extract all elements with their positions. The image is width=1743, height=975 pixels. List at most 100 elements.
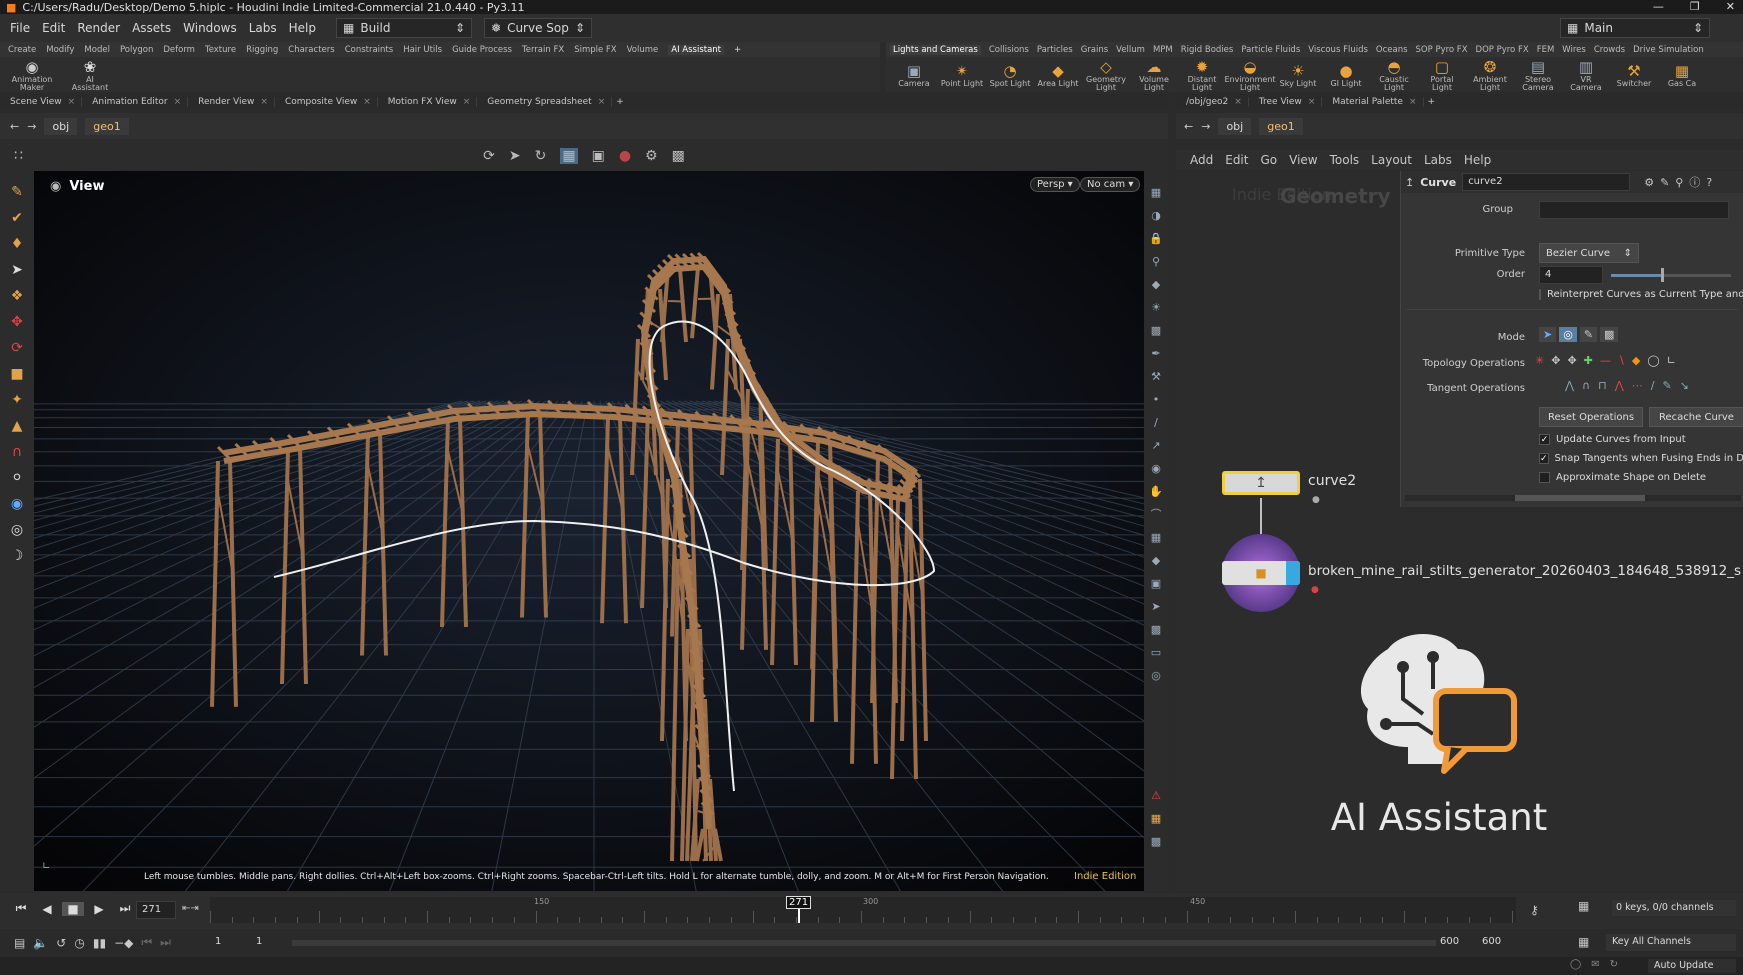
shelf-tab-hair-utils[interactable]: Hair Utils xyxy=(403,45,442,55)
network-menu-view[interactable]: View xyxy=(1289,153,1317,167)
scene-viewport[interactable]: ◉ View Persp ▾ No cam ▾ Left mouse tumble… xyxy=(34,171,1144,891)
topo-split-icon[interactable]: ✥ xyxy=(1551,354,1560,367)
pane-tab-tree-view[interactable]: Tree View × xyxy=(1253,97,1323,107)
main-desktop-select[interactable]: ▦ Main ⇕ xyxy=(1560,18,1710,38)
shelf-tab-rigging[interactable]: Rigging xyxy=(246,45,278,55)
warning-icon[interactable]: ⚠ xyxy=(1148,788,1164,804)
scale-icon[interactable]: ■ xyxy=(8,365,26,383)
light-icon[interactable]: ☽ xyxy=(8,547,26,565)
select-arrow-icon[interactable]: ➤ xyxy=(8,261,26,279)
shelf-tool-sky-light[interactable]: ☀ Sky Light xyxy=(1276,62,1320,88)
play-button[interactable]: ▶ xyxy=(88,902,110,916)
keyframe-icon[interactable]: ▮▮ xyxy=(93,936,106,950)
order-slider[interactable] xyxy=(1611,268,1731,282)
tangent-align-icon[interactable]: ⊓ xyxy=(1598,379,1607,392)
brush-icon[interactable]: ✒ xyxy=(1148,346,1164,362)
search-icon[interactable]: ⚲ xyxy=(1675,176,1683,189)
shelf-tool-volume-light[interactable]: ☁ Volume Light xyxy=(1132,58,1176,92)
tangent-link-icon[interactable]: ↘ xyxy=(1680,379,1689,392)
mode-edit-icon[interactable]: ◎ xyxy=(1559,327,1577,342)
paint-icon[interactable]: ♦ xyxy=(8,235,26,253)
brush-icon[interactable]: ✔ xyxy=(8,209,26,227)
camera-menu[interactable]: No cam ▾ xyxy=(1080,177,1141,192)
topo-remove-icon[interactable]: — xyxy=(1600,354,1611,367)
shelf-tool-caustic-light[interactable]: ◓ Caustic Light xyxy=(1372,58,1416,92)
loop-icon[interactable]: ↺ xyxy=(56,936,66,950)
menu-windows[interactable]: Windows xyxy=(183,21,237,35)
audio-icon[interactable]: 🔈 xyxy=(33,936,48,950)
shelf-tab-grains[interactable]: Grains xyxy=(1081,45,1108,55)
clock-icon[interactable]: ◷ xyxy=(74,936,84,950)
screen-icon[interactable]: ▩ xyxy=(672,148,685,164)
shelf-tool-animation-maker[interactable]: ◉ Animation Maker xyxy=(10,58,54,92)
dot-icon[interactable]: • xyxy=(1148,392,1164,408)
last-frame-button[interactable]: ⏭ xyxy=(114,901,136,916)
close-tab-icon[interactable]: × xyxy=(174,97,182,107)
first-frame-button[interactable]: ⏮ xyxy=(10,901,32,916)
shelf-tool-ai-assistant[interactable]: ❀ AI Assistant xyxy=(68,58,112,92)
tangent-smooth-icon[interactable]: ⋀ xyxy=(1565,379,1574,392)
shading-icon[interactable]: ◆ xyxy=(1148,277,1164,293)
menu-file[interactable]: File xyxy=(10,21,30,35)
pane-tab-motion-fx-view[interactable]: Motion FX View × xyxy=(382,97,478,107)
shelf-tool-camera[interactable]: ▣ Camera xyxy=(892,62,936,88)
mode-erase-icon[interactable]: ▩ xyxy=(1600,327,1619,342)
add-pane-tab-icon[interactable]: + xyxy=(616,97,624,107)
camera-icon[interactable]: ⚙ xyxy=(645,148,658,164)
pane-tab-render-view[interactable]: Render View × xyxy=(192,97,275,107)
lasso-icon[interactable]: ⚪ xyxy=(8,469,26,487)
tangent-break-icon[interactable]: ⋀ xyxy=(1615,379,1624,392)
tangent-flat-icon[interactable]: ⋯ xyxy=(1632,379,1643,392)
range-end-icon[interactable]: ⏭ xyxy=(160,935,171,950)
shelf-tab-crowds[interactable]: Crowds xyxy=(1594,45,1625,55)
shelf-tab-lights-and-cameras[interactable]: Lights and Cameras xyxy=(890,44,981,55)
back-arrow-icon[interactable]: ← xyxy=(10,120,19,133)
edit-icon[interactable]: ✎ xyxy=(1660,176,1669,189)
close-button[interactable]: ✕ xyxy=(1726,0,1735,13)
magnet-icon[interactable]: ∩ xyxy=(8,443,26,461)
tangent-edit-icon[interactable]: ✎ xyxy=(1662,379,1671,392)
shelf-tab-particle-fluids[interactable]: Particle Fluids xyxy=(1241,45,1300,55)
node-curve2[interactable]: ↥ xyxy=(1222,471,1300,495)
network-menu-add[interactable]: Add xyxy=(1190,153,1213,167)
shelf-tool-gas-ca[interactable]: ▦ Gas Ca xyxy=(1660,62,1704,88)
snap-icon[interactable]: ▦ xyxy=(560,148,578,164)
network-menu-edit[interactable]: Edit xyxy=(1225,153,1248,167)
network-menu-help[interactable]: Help xyxy=(1464,153,1491,167)
rotate-icon[interactable]: ↻ xyxy=(535,148,547,164)
pane-tab-composite-view[interactable]: Composite View × xyxy=(279,97,378,107)
menu-assets[interactable]: Assets xyxy=(132,21,171,35)
help-icon[interactable]: ? xyxy=(1706,176,1712,189)
shelf-tab-viscous-fluids[interactable]: Viscous Fluids xyxy=(1308,45,1368,55)
line-icon[interactable]: ∕ xyxy=(1148,415,1164,431)
close-tab-icon[interactable]: × xyxy=(463,97,471,107)
arrow-icon[interactable]: ↗ xyxy=(1148,438,1164,454)
path-obj[interactable]: obj xyxy=(44,117,78,135)
network-menu-go[interactable]: Go xyxy=(1260,153,1277,167)
shelf-tab-vellum[interactable]: Vellum xyxy=(1116,45,1145,55)
group-field[interactable] xyxy=(1539,201,1729,219)
topo-fuse-icon[interactable]: ◆ xyxy=(1632,354,1640,367)
lock-icon[interactable]: 🔒 xyxy=(1148,231,1164,247)
hand-icon[interactable]: ✋ xyxy=(1148,484,1164,500)
shelf-tab-constraints[interactable]: Constraints xyxy=(345,45,394,55)
shelf-tool-switcher[interactable]: ⚒ Switcher xyxy=(1612,62,1656,88)
shelf-tab-rigid-bodies[interactable]: Rigid Bodies xyxy=(1181,45,1234,55)
node-generator[interactable]: ■ xyxy=(1222,561,1300,585)
realtime-icon[interactable]: ▤ xyxy=(14,936,25,950)
shelf-tab-texture[interactable]: Texture xyxy=(205,45,236,55)
close-tab-icon[interactable]: × xyxy=(598,97,606,107)
view-icon[interactable]: ◉ xyxy=(8,495,26,513)
close-tab-icon[interactable]: × xyxy=(363,97,371,107)
shelf-tool-distant-light[interactable]: ✹ Distant Light xyxy=(1180,58,1224,92)
light-bulb-icon[interactable]: ☀ xyxy=(1148,300,1164,316)
key-filter-icon[interactable]: ▦ xyxy=(1578,935,1589,949)
cube-icon[interactable]: ▣ xyxy=(1148,576,1164,592)
shelf-tool-spot-light[interactable]: ◔ Spot Light xyxy=(988,62,1032,88)
shelf-tab-dop-pyro-fx[interactable]: DOP Pyro FX xyxy=(1476,45,1529,55)
shelf-tab-collisions[interactable]: Collisions xyxy=(989,45,1029,55)
close-tab-icon[interactable]: × xyxy=(1308,97,1316,107)
range-icon[interactable]: −◆ xyxy=(114,936,133,950)
shelf-tab-characters[interactable]: Characters xyxy=(288,45,334,55)
pane-tab-obj-geo2[interactable]: /obj/geo2 × xyxy=(1180,97,1249,107)
